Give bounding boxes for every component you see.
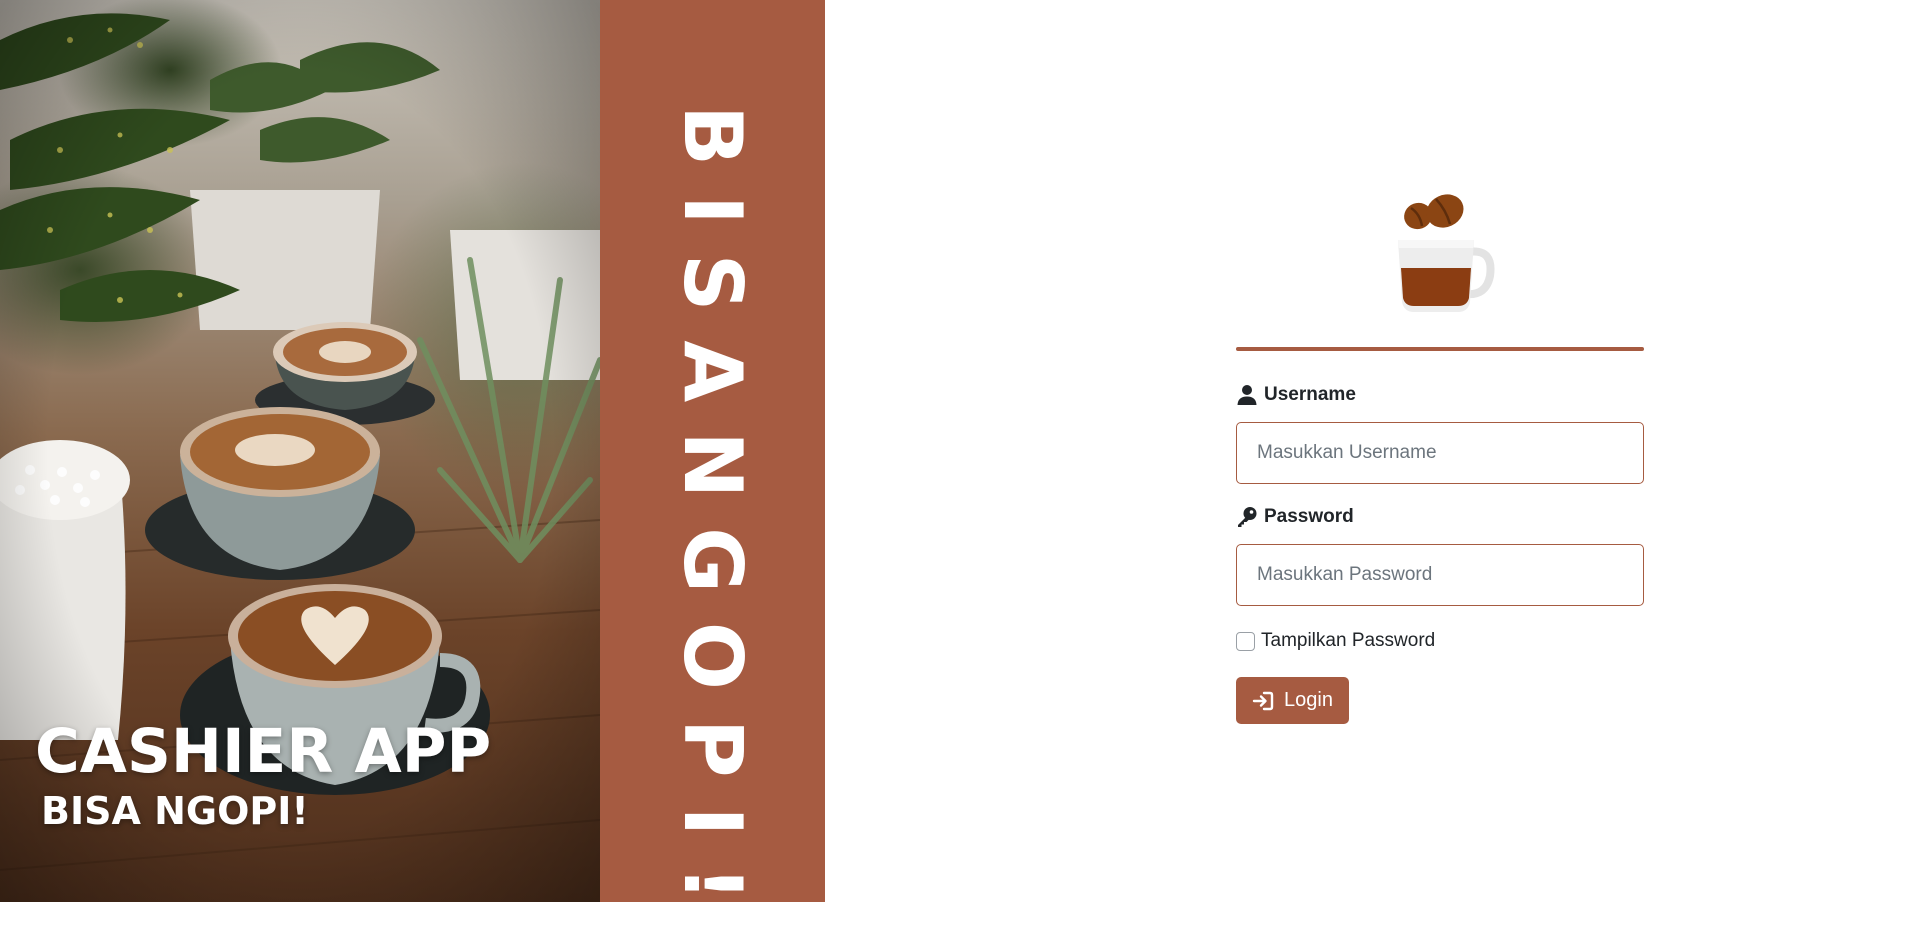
- show-password-checkbox[interactable]: [1236, 631, 1255, 651]
- username-input[interactable]: [1236, 422, 1644, 484]
- username-label: Username: [1236, 384, 1356, 406]
- show-password-row: Tampilkan Password: [1236, 630, 1435, 652]
- brand-strip: BISANGOPI!: [600, 0, 825, 931]
- show-password-label[interactable]: Tampilkan Password: [1261, 630, 1435, 652]
- username-label-text: Username: [1264, 384, 1356, 405]
- coffee-cup-with-beans-icon: [1384, 190, 1514, 320]
- login-button-label: Login: [1284, 689, 1333, 711]
- accent-divider: [1236, 347, 1644, 351]
- brand-vertical-text: BISANGOPI!: [666, 105, 759, 931]
- password-input[interactable]: [1236, 544, 1644, 606]
- login-button[interactable]: Login: [1236, 677, 1349, 724]
- password-label: Password: [1236, 506, 1354, 528]
- sign-in-icon: [1252, 690, 1274, 712]
- hero-photo-panel: CASHIER APP BISA NGOPI!: [0, 0, 600, 902]
- hero-subtitle: BISA NGOPI!: [41, 789, 309, 833]
- password-label-text: Password: [1264, 506, 1354, 527]
- user-icon: [1236, 384, 1258, 406]
- hero-title: CASHIER APP: [35, 716, 492, 787]
- key-icon: [1236, 506, 1258, 528]
